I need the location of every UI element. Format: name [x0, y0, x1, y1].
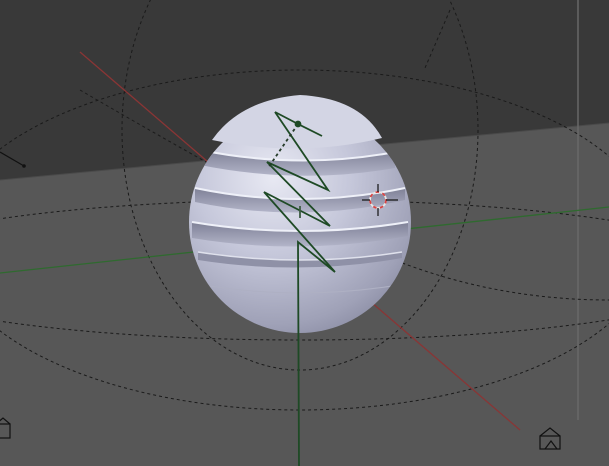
- 3d-viewport[interactable]: [0, 0, 609, 466]
